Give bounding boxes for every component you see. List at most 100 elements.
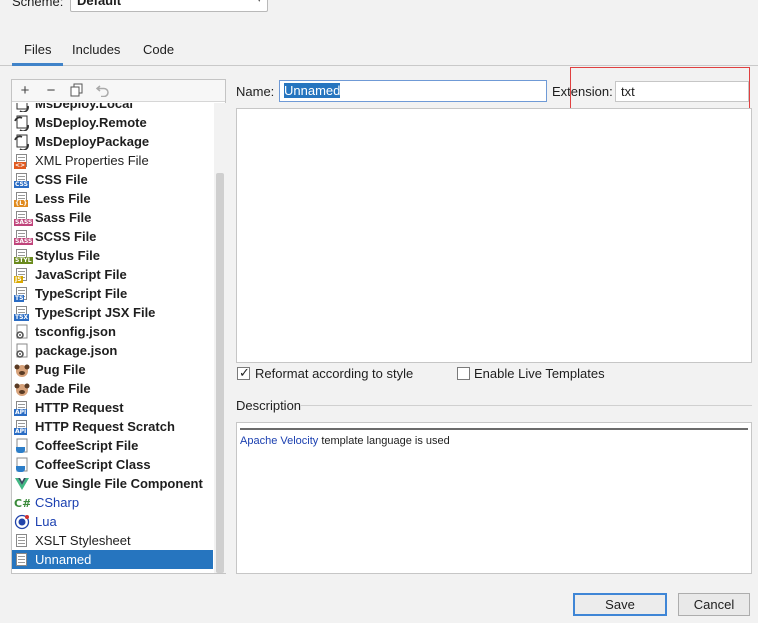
list-item[interactable]: API HTTP Request <box>12 398 213 417</box>
list-item[interactable]: C# CSharp <box>12 493 213 512</box>
list-item[interactable]: SASS Sass File <box>12 208 213 227</box>
msdeploy-icon <box>14 134 30 151</box>
lua-icon <box>14 514 30 530</box>
list-item-label: CSS File <box>35 172 88 187</box>
list-item[interactable]: Jade File <box>12 379 213 398</box>
chevron-down-icon: ▾ <box>256 0 262 5</box>
list-item[interactable]: <> XML Properties File <box>12 151 213 170</box>
pug-icon <box>14 362 30 378</box>
list-item-label: Lua <box>35 514 57 529</box>
description-label: Description <box>236 398 302 413</box>
list-item-label: Pug File <box>35 362 86 377</box>
scheme-select[interactable]: Default ▾ <box>70 0 268 12</box>
tab-bar: Files Includes Code <box>0 38 758 66</box>
list-item[interactable]: {L} Less File <box>12 189 213 208</box>
live-templates-checkbox[interactable] <box>457 367 470 380</box>
list-item[interactable]: TSX TypeScript JSX File <box>12 303 213 322</box>
description-divider <box>301 405 752 406</box>
typescript-file-icon: TS <box>14 286 30 302</box>
tab-includes[interactable]: Includes <box>72 42 120 57</box>
cancel-button[interactable]: Cancel <box>678 593 750 616</box>
name-input[interactable]: Unnamed <box>279 80 547 102</box>
coffeescript-icon <box>14 438 30 454</box>
list-item-label: HTTP Request <box>35 400 124 415</box>
json-config-icon <box>14 343 30 359</box>
list-item[interactable]: CSS CSS File <box>12 170 213 189</box>
list-scrollbar[interactable] <box>214 103 226 573</box>
list-item-label: Stylus File <box>35 248 101 263</box>
list-item-label: TypeScript File <box>35 286 128 301</box>
javascript-file-icon: JS <box>14 267 30 283</box>
list-item-label: TypeScript JSX File <box>35 305 156 320</box>
list-item-label: XSLT Stylesheet <box>35 533 131 548</box>
tab-code[interactable]: Code <box>143 42 174 57</box>
list-item[interactable]: package.json <box>12 341 213 360</box>
reformat-label[interactable]: Reformat according to style <box>255 366 413 381</box>
description-text: Apache Velocity template language is use… <box>240 435 450 447</box>
msdeploy-icon <box>14 103 30 113</box>
msdeploy-icon <box>14 115 30 132</box>
list-item[interactable]: tsconfig.json <box>12 322 213 341</box>
template-list-panel: + − MsDeploy.Local MsDeploy.Remote MsDeplo… <box>11 79 226 574</box>
list-item-label: MsDeploy.Local <box>35 103 134 111</box>
extension-input[interactable]: txt <box>615 81 749 102</box>
list-item-label: package.json <box>35 343 118 358</box>
add-icon[interactable]: + <box>16 81 34 99</box>
list-item[interactable]: Vue Single File Component <box>12 474 213 493</box>
list-item[interactable]: Pug File <box>12 360 213 379</box>
description-panel: Apache Velocity template language is use… <box>236 422 752 574</box>
list-toolbar: + − <box>12 80 225 102</box>
list-item[interactable]: MsDeployPackage <box>12 132 213 151</box>
list-item-label: CoffeeScript File <box>35 438 139 453</box>
list-item[interactable]: TS TypeScript File <box>12 284 213 303</box>
list-item[interactable]: XSLT Stylesheet <box>12 531 213 550</box>
list-item[interactable]: Unnamed <box>12 550 213 569</box>
list-item-label: MsDeploy.Remote <box>35 115 147 130</box>
list-item[interactable]: SASS SCSS File <box>12 227 213 246</box>
live-templates-label[interactable]: Enable Live Templates <box>474 366 605 381</box>
vue-icon <box>14 476 30 492</box>
list-item[interactable]: Lua <box>12 512 213 531</box>
name-label: Name: <box>236 84 275 99</box>
name-value: Unnamed <box>284 83 341 98</box>
remove-icon[interactable]: − <box>42 81 60 99</box>
list-item[interactable]: CoffeeScript File <box>12 436 213 455</box>
pug-icon <box>14 381 30 397</box>
stylus-file-icon: STYL <box>14 248 33 264</box>
csharp-icon: C# <box>14 495 31 511</box>
copy-icon[interactable] <box>68 81 86 99</box>
description-rest: template language is used <box>318 435 450 447</box>
list-item[interactable]: JS JavaScript File <box>12 265 213 284</box>
reformat-checkbox[interactable] <box>237 365 250 381</box>
list-item[interactable]: STYL Stylus File <box>12 246 213 265</box>
description-rule <box>240 428 748 430</box>
list-item-label: SCSS File <box>35 229 97 244</box>
list-item-label: Unnamed <box>35 552 92 567</box>
reset-icon[interactable] <box>94 81 112 99</box>
list-item-label: tsconfig.json <box>35 324 116 339</box>
list-item-label: MsDeployPackage <box>35 134 150 149</box>
xml-file-icon: <> <box>14 153 30 169</box>
list-item-label: CoffeeScript Class <box>35 457 151 472</box>
template-list[interactable]: MsDeploy.Local MsDeploy.Remote MsDeployPac… <box>12 103 213 573</box>
list-item-label: HTTP Request Scratch <box>35 419 175 434</box>
tab-files[interactable]: Files <box>12 42 64 66</box>
template-editor[interactable] <box>236 108 752 363</box>
json-config-icon <box>14 324 30 340</box>
apache-velocity-link[interactable]: Apache Velocity <box>240 435 318 447</box>
scrollbar-thumb[interactable] <box>216 173 224 573</box>
xslt-file-icon <box>14 533 30 549</box>
save-button[interactable]: Save <box>573 593 667 616</box>
sass-file-icon: SASS <box>14 210 34 226</box>
list-item[interactable]: CoffeeScript Class <box>12 455 213 474</box>
list-item[interactable]: MsDeploy.Local <box>12 103 213 113</box>
scss-file-icon: SASS <box>14 229 34 245</box>
css-file-icon: CSS <box>14 172 30 188</box>
scheme-label: Scheme: <box>12 0 64 9</box>
tsx-file-icon: TSX <box>14 305 30 321</box>
list-item-label: JavaScript File <box>35 267 127 282</box>
list-item[interactable]: API HTTP Request Scratch <box>12 417 213 436</box>
list-item[interactable]: MsDeploy.Remote <box>12 113 213 132</box>
list-item-label: CSharp <box>35 495 80 510</box>
svg-text:C#: C# <box>14 497 30 510</box>
